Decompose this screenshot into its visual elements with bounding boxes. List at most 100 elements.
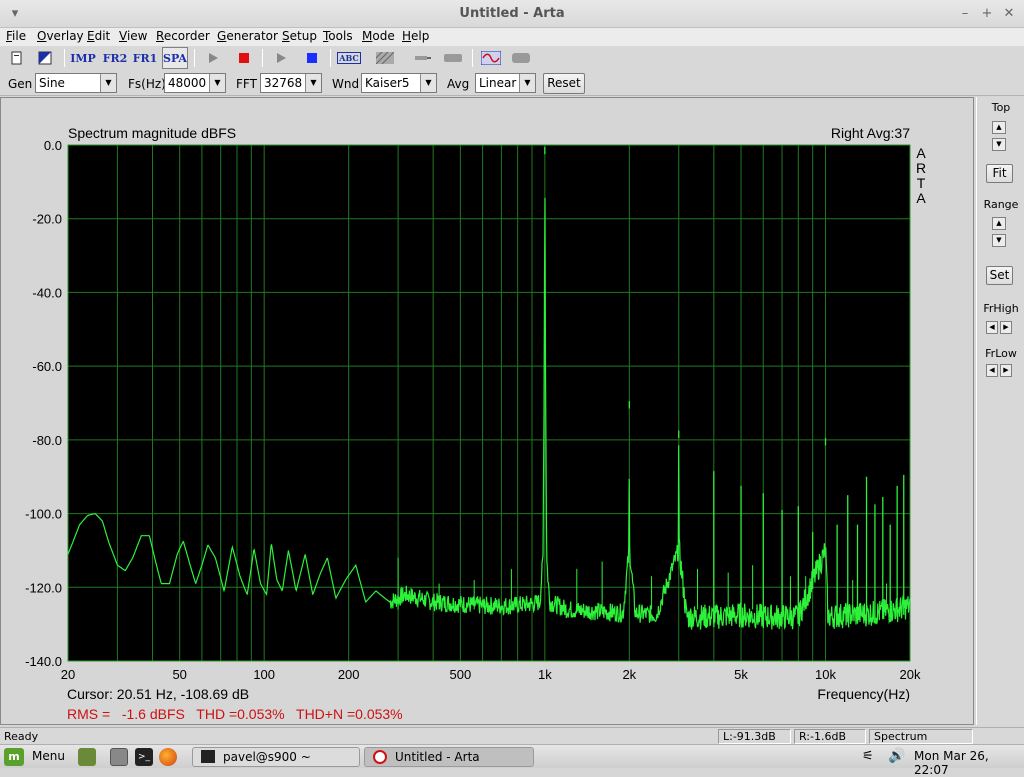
maximize-icon[interactable]: + bbox=[978, 5, 996, 23]
chevron-down-icon: ▼ bbox=[519, 74, 535, 92]
x-tick-label: 5k bbox=[734, 667, 748, 682]
mint-menu-icon[interactable]: m bbox=[4, 748, 24, 766]
spectrum-chart[interactable]: 0.0 -20.0 -40.0 -60.0 -80.0 -100.0 -120.0 -140.… bbox=[1, 98, 973, 724]
left-level-readout: L:-91.3dB bbox=[718, 729, 791, 744]
menu-overlay[interactable]: Overlay bbox=[37, 29, 84, 43]
reset-button[interactable]: Reset bbox=[543, 73, 585, 94]
taskbar-item-label: pavel@s900 ~ bbox=[223, 750, 311, 764]
toolbar-separator bbox=[262, 49, 263, 67]
toolbar: IMP FR2 FR1 SPA ABC bbox=[0, 46, 1024, 70]
fr2-mode-button[interactable]: FR2 bbox=[102, 47, 128, 69]
x-tick-label: 100 bbox=[253, 667, 275, 682]
status-bar: Ready L:-91.3dB R:-1.6dB Spectrum Analyz… bbox=[0, 727, 1024, 756]
range-down-button[interactable]: ▼ bbox=[992, 234, 1006, 247]
averaging-select[interactable]: Linear ▼ bbox=[475, 73, 536, 93]
generator-play-icon[interactable] bbox=[268, 47, 294, 69]
fr1-mode-button[interactable]: FR1 bbox=[132, 47, 158, 69]
set-button[interactable]: Set bbox=[986, 266, 1013, 285]
frhigh-right-button[interactable]: ▶ bbox=[1000, 321, 1012, 334]
menu-file[interactable]: File bbox=[6, 29, 26, 43]
toolbar-separator bbox=[330, 49, 331, 67]
menu-edit[interactable]: Edit bbox=[87, 29, 110, 43]
sample-rate-select[interactable]: 48000 ▼ bbox=[164, 73, 226, 93]
taskbar-item-label: Untitled - Arta bbox=[395, 750, 480, 764]
toolbar-separator bbox=[194, 49, 195, 67]
x-tick-label: 10k bbox=[815, 667, 836, 682]
x-tick-label: 200 bbox=[338, 667, 360, 682]
plot-title: Spectrum magnitude dBFS bbox=[68, 125, 236, 141]
x-tick-label: 20 bbox=[61, 667, 75, 682]
generator-stop-icon[interactable] bbox=[299, 47, 325, 69]
title-bar: ▾ Untitled - Arta – + ✕ bbox=[0, 0, 1024, 28]
top-label: Top bbox=[991, 101, 1011, 114]
volume-icon[interactable]: 🔊 bbox=[888, 748, 905, 764]
firefox-icon[interactable] bbox=[159, 748, 177, 766]
cursor-readout: Cursor: 20.51 Hz, -108.69 dB bbox=[67, 686, 249, 702]
impulse-mode-button[interactable]: IMP bbox=[70, 47, 96, 69]
range-label: Range bbox=[983, 198, 1019, 211]
menu-help[interactable]: Help bbox=[402, 29, 429, 43]
oscilloscope-icon[interactable] bbox=[478, 47, 504, 69]
chevron-down-icon: ▼ bbox=[209, 74, 225, 92]
toolbar-separator bbox=[64, 49, 65, 67]
fit-button[interactable]: Fit bbox=[986, 164, 1013, 183]
probe-icon[interactable] bbox=[410, 47, 436, 69]
brand-letter: R bbox=[916, 160, 926, 176]
window-select[interactable]: Kaiser5 ▼ bbox=[361, 73, 437, 93]
abc-label: ABC bbox=[337, 52, 361, 64]
menu-recorder[interactable]: Recorder bbox=[156, 29, 210, 43]
arta-app-icon bbox=[373, 750, 387, 764]
y-tick-label: -100.0 bbox=[25, 507, 62, 522]
open-file-icon[interactable] bbox=[32, 47, 58, 69]
generator-value: Sine bbox=[39, 76, 65, 90]
spectrum-mode-button[interactable]: SPA bbox=[162, 47, 188, 69]
close-icon[interactable]: ✕ bbox=[1000, 5, 1018, 23]
show-desktop-icon[interactable] bbox=[78, 748, 96, 766]
terminal-icon[interactable]: >_ bbox=[135, 748, 153, 766]
file-manager-icon[interactable] bbox=[110, 748, 128, 766]
averaging-value: Linear bbox=[479, 76, 517, 90]
menu-tools[interactable]: Tools bbox=[323, 29, 353, 43]
x-tick-label: 500 bbox=[450, 667, 472, 682]
y-tick-label: 0.0 bbox=[44, 138, 62, 153]
hatch-icon[interactable] bbox=[372, 47, 398, 69]
x-tick-label: 1k bbox=[538, 667, 552, 682]
start-menu-button[interactable]: Menu bbox=[32, 749, 65, 763]
range-up-button[interactable]: ▲ bbox=[992, 217, 1006, 230]
frlow-left-button[interactable]: ◀ bbox=[986, 364, 998, 377]
frlow-label: FrLow bbox=[985, 347, 1017, 360]
menu-mode[interactable]: Mode bbox=[362, 29, 395, 43]
generator-select[interactable]: Sine ▼ bbox=[35, 73, 117, 93]
settings-bar: Gen Sine ▼ Fs(Hz) 48000 ▼ FFT 32768 ▼ Wn… bbox=[0, 70, 1024, 96]
y-tick-label: -80.0 bbox=[32, 433, 62, 448]
chevron-down-icon: ▼ bbox=[305, 74, 321, 92]
plot-background bbox=[68, 145, 910, 661]
meter-icon[interactable] bbox=[508, 47, 534, 69]
window-title: Untitled - Arta bbox=[459, 6, 565, 21]
fft-size-value: 32768 bbox=[264, 76, 303, 90]
stop-icon[interactable] bbox=[231, 47, 257, 69]
top-up-button[interactable]: ▲ bbox=[992, 121, 1006, 134]
gray-box-icon[interactable] bbox=[440, 47, 466, 69]
abc-button[interactable]: ABC bbox=[336, 47, 362, 69]
frlow-right-button[interactable]: ▶ bbox=[1000, 364, 1012, 377]
top-down-button[interactable]: ▼ bbox=[992, 138, 1006, 151]
menu-view[interactable]: View bbox=[119, 29, 147, 43]
taskbar-item-arta[interactable]: Untitled - Arta bbox=[364, 747, 534, 767]
network-icon[interactable]: ⚟ bbox=[862, 749, 874, 764]
clock: Mon Mar 26, 22:07 bbox=[914, 749, 989, 777]
terminal-icon bbox=[201, 750, 215, 763]
rms-thd-readout: RMS = -1.6 dBFS THD =0.053% THD+N =0.053… bbox=[67, 706, 403, 722]
new-file-icon[interactable] bbox=[4, 47, 30, 69]
menu-setup[interactable]: Setup bbox=[282, 29, 317, 43]
play-icon[interactable] bbox=[200, 47, 226, 69]
gen-label: Gen bbox=[8, 77, 33, 91]
brand-letter: T bbox=[917, 175, 926, 191]
fft-size-select[interactable]: 32768 ▼ bbox=[260, 73, 322, 93]
frhigh-left-button[interactable]: ◀ bbox=[986, 321, 998, 334]
x-tick-labels: 20 50 100 200 500 1k 2k 5k 10k 20k bbox=[61, 667, 921, 682]
menu-generator[interactable]: Generator bbox=[217, 29, 278, 43]
taskbar-item-terminal[interactable]: pavel@s900 ~ bbox=[192, 747, 360, 767]
menu-bar: File Overlay Edit View Recorder Generato… bbox=[0, 28, 1024, 46]
minimize-icon[interactable]: – bbox=[956, 5, 974, 23]
